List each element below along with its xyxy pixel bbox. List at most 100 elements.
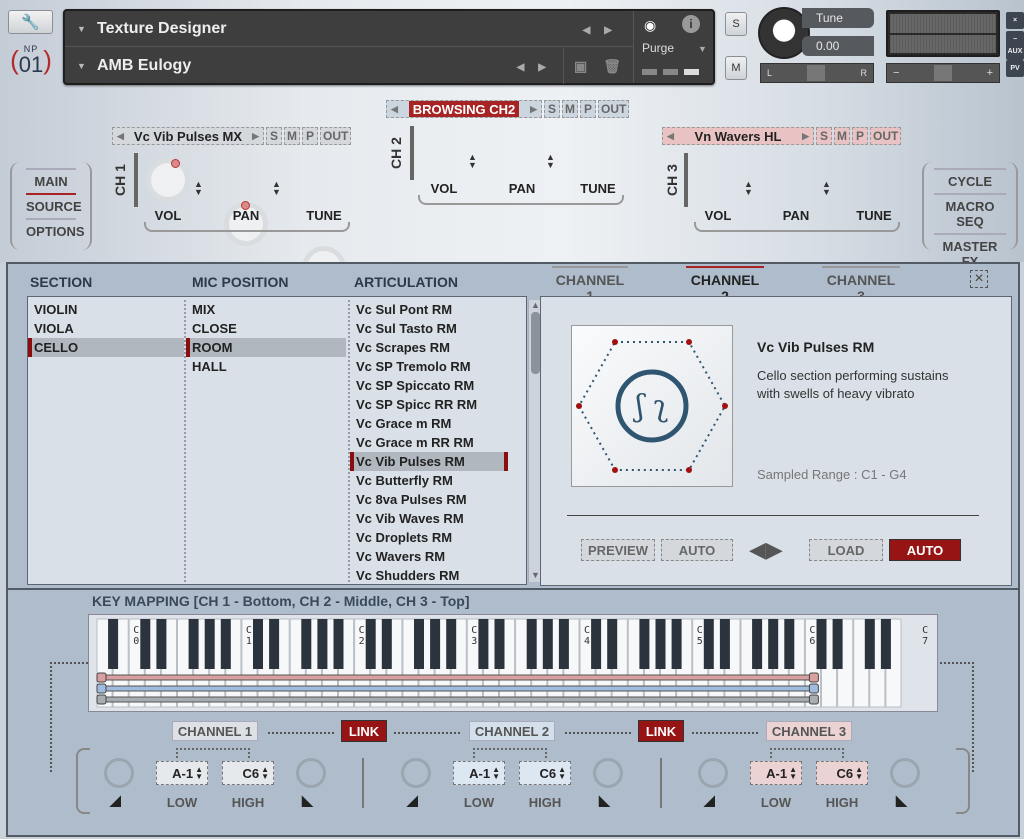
list-item[interactable]: Vc Vib Waves RM [350, 509, 508, 528]
keyboard[interactable]: C0C1C2C3C4C5C6C7 [88, 614, 938, 712]
black-key[interactable] [832, 619, 843, 669]
ch2-mute[interactable]: M [562, 100, 578, 118]
prev-icon[interactable]: ◀ [583, 25, 591, 36]
prev-icon[interactable]: ◀ [117, 131, 124, 142]
nav-source[interactable]: SOURCE [26, 193, 82, 218]
pan-slider[interactable]: LR [760, 63, 874, 83]
list-item[interactable]: VIOLIN [28, 300, 184, 319]
save-icon[interactable]: ▣ [574, 58, 587, 75]
high-key-spinner[interactable]: C6 ▲ ▼ [222, 761, 274, 785]
updown-icon[interactable]: ▲ ▼ [744, 180, 753, 197]
black-key[interactable] [880, 619, 891, 669]
ch1-solo[interactable]: S [266, 127, 282, 145]
ch1-purge[interactable]: P [302, 127, 318, 145]
nav-options[interactable]: OPTIONS [26, 218, 85, 243]
volume-handle[interactable] [934, 65, 952, 81]
camera-icon[interactable]: ◉ [644, 17, 656, 34]
list-item[interactable]: Vc SP Spiccato RM [350, 376, 508, 395]
high-key-spinner[interactable]: C6 ▲ ▼ [519, 761, 571, 785]
prev-icon[interactable]: ◀ [667, 131, 674, 142]
ch2-solo[interactable]: S [544, 100, 560, 118]
range-low-handle[interactable] [96, 694, 107, 705]
updown-icon[interactable]: ▲ ▼ [492, 766, 500, 781]
ch3-range-bar[interactable] [98, 674, 812, 681]
next-icon[interactable]: ▶ [252, 131, 259, 142]
black-key[interactable] [220, 619, 231, 669]
range-high-handle[interactable] [808, 694, 819, 705]
low-key-spinner[interactable]: A-1 ▲ ▼ [453, 761, 505, 785]
black-key[interactable] [703, 619, 714, 669]
updown-icon[interactable]: ▲ ▼ [546, 153, 555, 170]
black-key[interactable] [864, 619, 875, 669]
black-key[interactable] [784, 619, 795, 669]
nav-cycle[interactable]: CYCLE [934, 168, 1006, 193]
nav-macro-seq[interactable]: MACRO SEQ [934, 193, 1006, 233]
fade-in-knob[interactable] [401, 758, 431, 788]
solo-button[interactable]: S [725, 12, 747, 36]
ch3-purge[interactable]: P [852, 127, 868, 145]
list-item[interactable]: Vc SP Tremolo RM [350, 357, 508, 376]
ch2-out[interactable]: OUT [598, 100, 630, 118]
black-key[interactable] [140, 619, 151, 669]
black-key[interactable] [542, 619, 553, 669]
black-key[interactable] [269, 619, 280, 669]
close-panel-button[interactable]: × [970, 270, 988, 288]
list-item[interactable]: VIOLA [28, 319, 184, 338]
pan-handle[interactable] [807, 65, 826, 81]
black-key[interactable] [478, 619, 489, 669]
black-key[interactable] [156, 619, 167, 669]
ch1-patch[interactable]: ◀ Vc Vib Pulses MX ▶ [112, 127, 264, 145]
scroll-thumb[interactable] [531, 312, 540, 374]
prev-icon[interactable]: ◀ [391, 104, 398, 115]
purge-button[interactable]: Purge [642, 41, 674, 55]
info-icon[interactable]: i [682, 15, 700, 33]
instrument-row[interactable]: ▼ Texture Designer ◀ ▶ [65, 11, 633, 47]
nav-main[interactable]: MAIN [26, 168, 76, 193]
black-key[interactable] [639, 619, 650, 669]
pv-button[interactable]: PV [1006, 60, 1024, 77]
delete-icon[interactable]: 🗑 [603, 58, 621, 75]
updown-icon[interactable]: ▲ ▼ [272, 180, 281, 197]
list-item[interactable]: Vc Scrapes RM [350, 338, 508, 357]
ch1-range-bar[interactable] [98, 696, 812, 703]
ch3-out[interactable]: OUT [870, 127, 902, 145]
black-key[interactable] [317, 619, 328, 669]
black-key[interactable] [526, 619, 537, 669]
list-item-selected[interactable]: Vc Vib Pulses RM [350, 452, 508, 471]
black-key[interactable] [768, 619, 779, 669]
updown-icon[interactable]: ▲ ▼ [558, 766, 566, 781]
next-icon[interactable]: ▶ [530, 104, 537, 115]
list-item[interactable]: HALL [186, 357, 346, 376]
updown-icon[interactable]: ▲ ▼ [261, 766, 269, 781]
mute-button[interactable]: M [725, 56, 747, 80]
ch3-solo[interactable]: S [816, 127, 832, 145]
tune-value[interactable]: 0.00 [802, 36, 874, 56]
piano-keys[interactable]: C0C1C2C3C4C5C6C7 [89, 615, 939, 713]
fade-in-knob[interactable] [104, 758, 134, 788]
list-item[interactable]: MIX [186, 300, 346, 319]
aux-button[interactable]: AUX [1006, 43, 1024, 60]
low-key-spinner[interactable]: A-1 ▲ ▼ [156, 761, 208, 785]
updown-icon[interactable]: ▲ ▼ [855, 766, 863, 781]
range-low-handle[interactable] [96, 683, 107, 694]
volume-slider[interactable]: − + [886, 63, 1000, 83]
prev-icon[interactable]: ◀ [517, 62, 525, 73]
ch2-purge[interactable]: P [580, 100, 596, 118]
ch1-out[interactable]: OUT [320, 127, 352, 145]
list-item[interactable]: Vc SP Spicc RR RM [350, 395, 508, 414]
black-key[interactable] [719, 619, 730, 669]
prev-next-arrows-icon[interactable]: ◀▶ [749, 537, 783, 563]
list-item[interactable]: CLOSE [186, 319, 346, 338]
black-key[interactable] [671, 619, 682, 669]
list-item[interactable]: Vc 8va Pulses RM [350, 490, 508, 509]
next-icon[interactable]: ▶ [538, 62, 546, 73]
auto-load-button[interactable]: AUTO [889, 539, 961, 561]
black-key[interactable] [816, 619, 827, 669]
load-button[interactable]: LOAD [809, 539, 883, 561]
black-key[interactable] [108, 619, 119, 669]
list-item[interactable]: Vc Sul Pont RM [350, 300, 508, 319]
fade-in-knob[interactable] [698, 758, 728, 788]
list-item[interactable]: Vc Grace m RR RM [350, 433, 508, 452]
list-item-selected[interactable]: ROOM [186, 338, 346, 357]
fade-out-knob[interactable] [593, 758, 623, 788]
